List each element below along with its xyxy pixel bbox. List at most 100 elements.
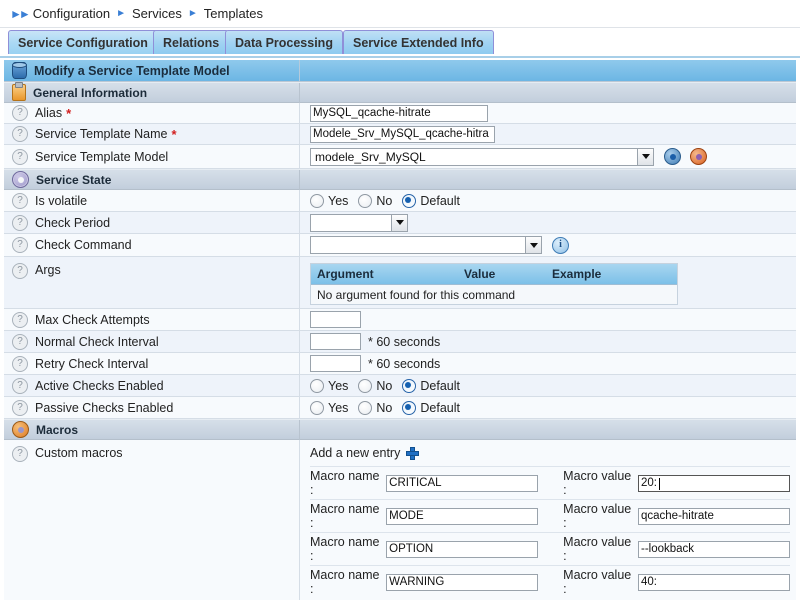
is-volatile-option-default: Default	[420, 194, 460, 208]
help-icon[interactable]: ?	[12, 400, 28, 416]
active-checks-option-no: No	[376, 379, 392, 393]
double-arrow-icon: ►►	[10, 7, 28, 21]
macro-value-input-warning[interactable]	[638, 574, 790, 591]
tab-service-configuration[interactable]: Service Configuration	[8, 30, 158, 54]
args-label: Args	[35, 263, 61, 277]
help-icon[interactable]: ?	[12, 149, 28, 165]
macro-name-label: Macro name :	[310, 502, 382, 530]
macro-name-input-mode[interactable]	[386, 508, 538, 525]
macro-name-input-warning[interactable]	[386, 574, 538, 591]
args-table: Argument Value Example No argument found…	[310, 263, 678, 305]
active-checks-radio-group: Yes No Default	[310, 379, 466, 393]
retry-check-interval-suffix: * 60 seconds	[368, 357, 440, 371]
tab-relations[interactable]: Relations	[153, 30, 229, 54]
alias-label: Alias	[35, 106, 62, 120]
active-checks-option-yes: Yes	[328, 379, 348, 393]
is-volatile-option-no: No	[376, 194, 392, 208]
add-new-entry-button[interactable]: Add a new entry	[310, 440, 419, 466]
macro-value-label: Macro value :	[563, 535, 634, 563]
passive-checks-option-yes: Yes	[328, 401, 348, 415]
macro-name-input-critical[interactable]	[386, 475, 538, 492]
clipboard-icon	[12, 84, 26, 101]
required-marker: *	[66, 106, 71, 121]
macro-value-input-critical[interactable]	[638, 475, 790, 492]
row-passive-checks-enabled: ? Passive Checks Enabled Yes No Default	[4, 397, 796, 419]
row-custom-macros: ? Custom macros Add a new entry Macro na…	[4, 440, 796, 600]
breadcrumb-item-services[interactable]: Services	[132, 6, 182, 21]
info-icon[interactable]: i	[552, 237, 569, 254]
tab-data-processing[interactable]: Data Processing	[225, 30, 343, 54]
tab-service-extended-info[interactable]: Service Extended Info	[343, 30, 494, 54]
section-macros-label: Macros	[36, 423, 78, 437]
macro-name-label: Macro name :	[310, 568, 382, 596]
chevron-down-icon[interactable]	[637, 149, 653, 165]
row-service-template-model: ? Service Template Model modele_Srv_MySQ…	[4, 145, 796, 169]
retry-check-interval-input[interactable]	[310, 355, 361, 372]
gear-purple-icon	[12, 171, 29, 188]
breadcrumb-item-configuration[interactable]: Configuration	[33, 6, 110, 21]
passive-checks-option-no: No	[376, 401, 392, 415]
passive-checks-option-default: Default	[420, 401, 460, 415]
check-command-select[interactable]	[310, 236, 542, 254]
help-icon[interactable]: ?	[12, 105, 28, 121]
is-volatile-radio-no[interactable]	[358, 194, 372, 208]
form-title-spacer	[300, 60, 796, 82]
alias-input[interactable]	[310, 105, 488, 122]
row-check-command: ? Check Command i	[4, 234, 796, 257]
active-checks-radio-yes[interactable]	[310, 379, 324, 393]
passive-checks-radio-yes[interactable]	[310, 401, 324, 415]
is-volatile-radio-default[interactable]	[402, 194, 416, 208]
args-table-header: Argument Value Example	[311, 264, 677, 285]
macro-entry-row: Macro name : Macro value :	[310, 466, 790, 499]
service-template-model-label: Service Template Model	[35, 150, 168, 164]
macro-value-input-mode[interactable]	[638, 508, 790, 525]
service-template-name-input[interactable]	[310, 126, 495, 143]
is-volatile-radio-yes[interactable]	[310, 194, 324, 208]
chevron-down-icon[interactable]	[525, 237, 541, 253]
args-empty-message: No argument found for this command	[311, 288, 515, 302]
tab-underline	[0, 56, 800, 58]
help-icon[interactable]: ?	[12, 237, 28, 253]
section-macros: Macros	[4, 419, 796, 440]
normal-check-interval-suffix: * 60 seconds	[368, 335, 440, 349]
active-checks-radio-default[interactable]	[402, 379, 416, 393]
active-checks-radio-no[interactable]	[358, 379, 372, 393]
max-check-attempts-input[interactable]	[310, 311, 361, 328]
gear-info-icon[interactable]	[664, 148, 681, 165]
help-icon[interactable]: ?	[12, 193, 28, 209]
required-marker: *	[171, 127, 176, 142]
breadcrumb-item-templates[interactable]: Templates	[204, 6, 263, 21]
macro-name-label: Macro name :	[310, 535, 382, 563]
normal-check-interval-input[interactable]	[310, 333, 361, 350]
help-icon[interactable]: ?	[12, 263, 28, 279]
passive-checks-radio-group: Yes No Default	[310, 401, 466, 415]
macro-value-input-option[interactable]	[638, 541, 790, 558]
macro-value-label: Macro value :	[563, 469, 634, 497]
help-icon[interactable]: ?	[12, 334, 28, 350]
args-column-argument: Argument	[311, 267, 458, 281]
database-icon	[12, 62, 27, 79]
plus-icon[interactable]	[406, 447, 419, 460]
args-column-example: Example	[546, 267, 677, 281]
passive-checks-radio-no[interactable]	[358, 401, 372, 415]
help-icon[interactable]: ?	[12, 312, 28, 328]
retry-check-interval-label: Retry Check Interval	[35, 357, 148, 371]
help-icon[interactable]: ?	[12, 215, 28, 231]
help-icon[interactable]: ?	[12, 378, 28, 394]
help-icon[interactable]: ?	[12, 446, 28, 462]
chevron-down-icon[interactable]	[391, 215, 407, 231]
chevron-right-icon: ►	[116, 8, 126, 19]
row-args: ? Args Argument Value Example No argumen…	[4, 257, 796, 309]
gear-settings-icon[interactable]	[690, 148, 707, 165]
macro-entry-row: Macro name : Macro value :	[310, 565, 790, 598]
help-icon[interactable]: ?	[12, 356, 28, 372]
max-check-attempts-label: Max Check Attempts	[35, 313, 150, 327]
passive-checks-enabled-label: Passive Checks Enabled	[35, 401, 173, 415]
check-period-select[interactable]	[310, 214, 408, 232]
macro-name-input-option[interactable]	[386, 541, 538, 558]
macro-value-label: Macro value :	[563, 568, 634, 596]
service-template-model-select[interactable]: modele_Srv_MySQL	[310, 148, 654, 166]
passive-checks-radio-default[interactable]	[402, 401, 416, 415]
help-icon[interactable]: ?	[12, 126, 28, 142]
text-cursor	[659, 478, 660, 490]
